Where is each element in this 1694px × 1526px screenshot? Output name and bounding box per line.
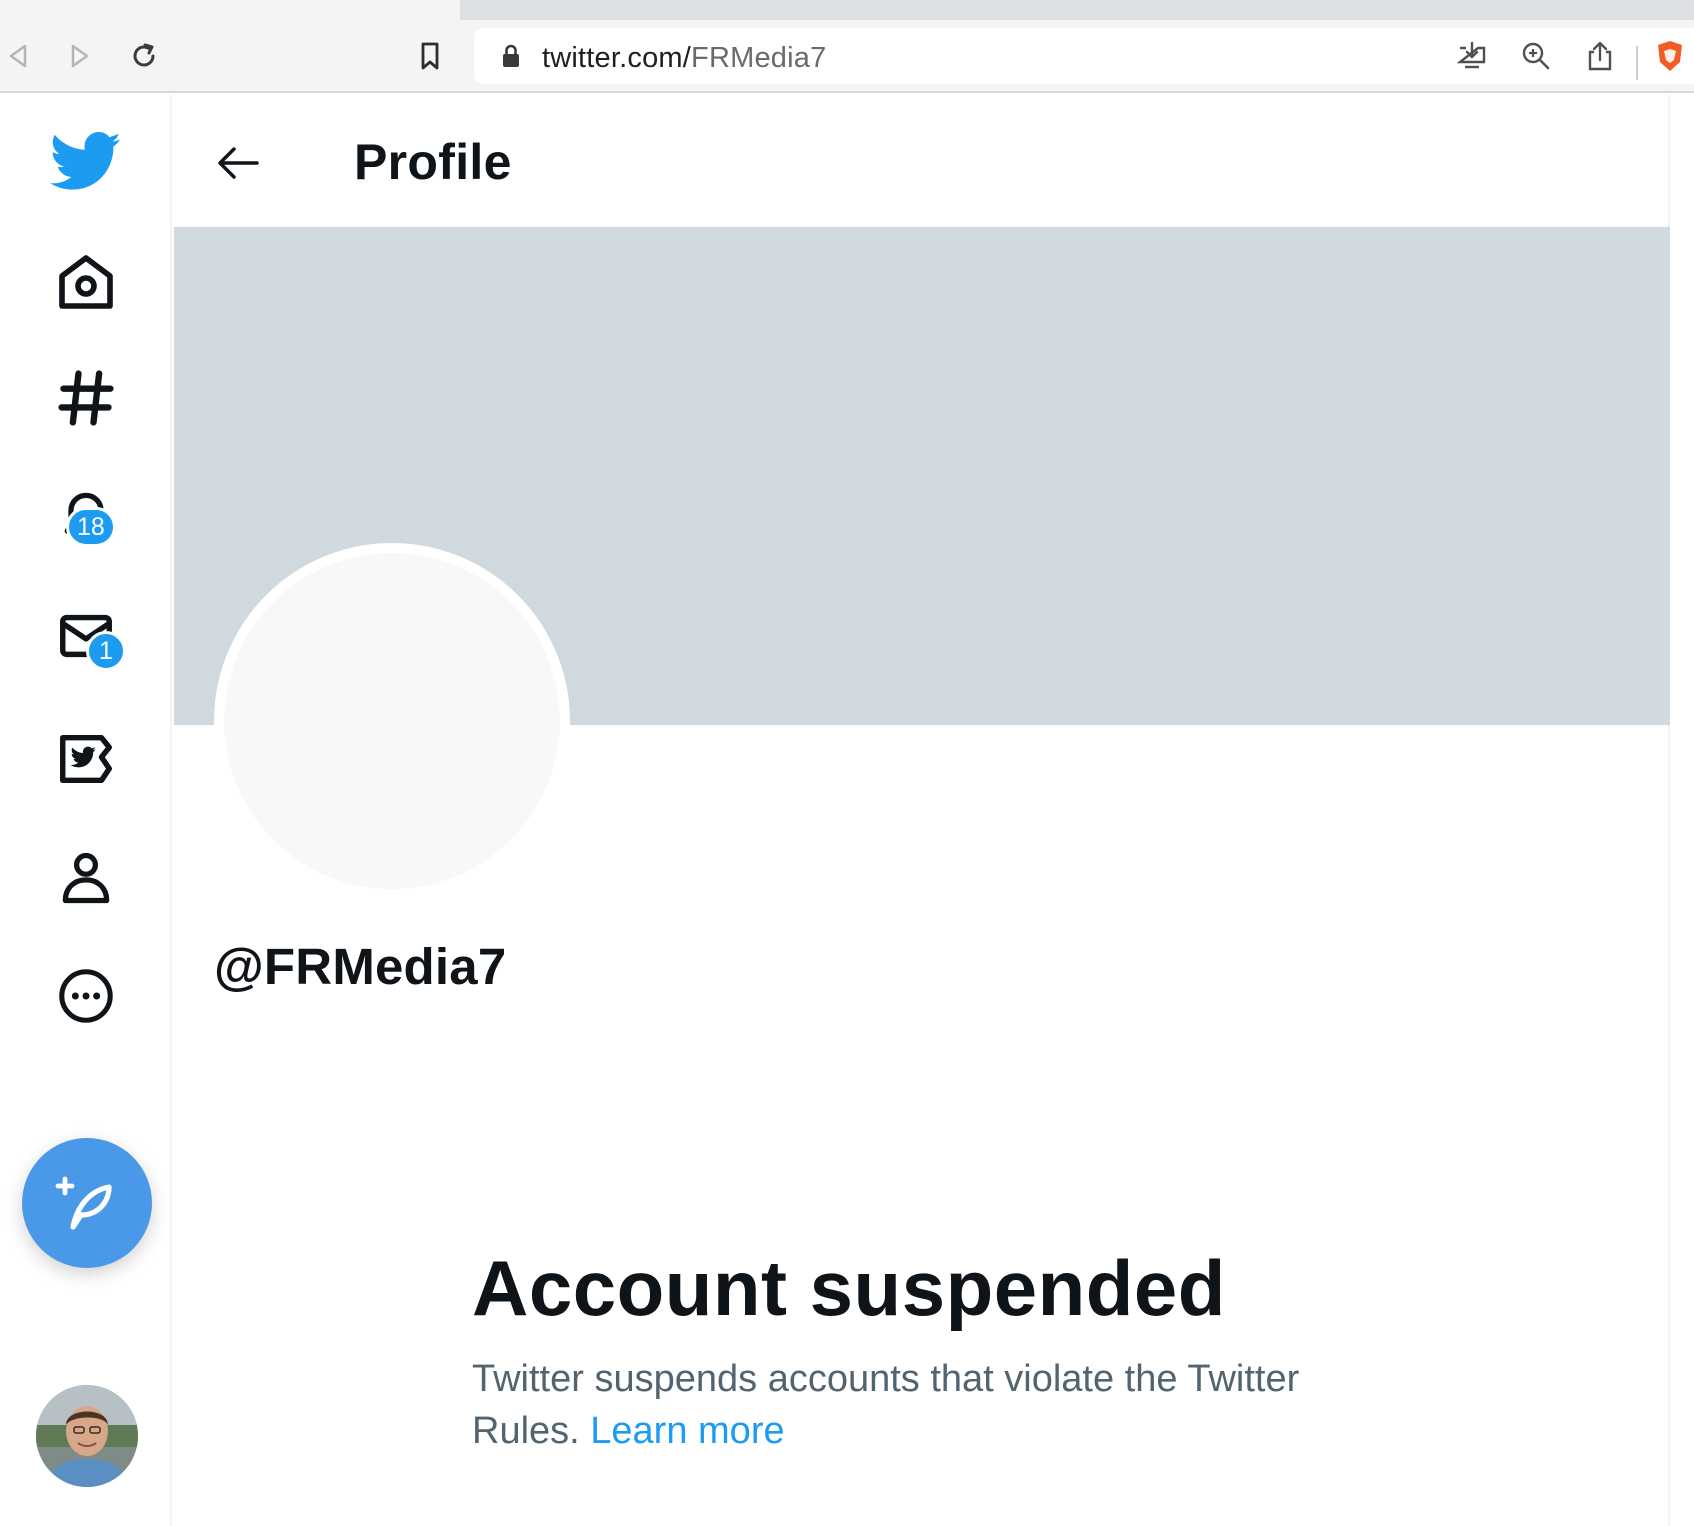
account-avatar[interactable]	[36, 1385, 138, 1487]
bookmark-icon[interactable]	[412, 38, 448, 74]
twitter-logo-icon[interactable]	[46, 122, 126, 202]
messages-badge: 1	[86, 631, 126, 671]
explore-icon[interactable]	[46, 358, 126, 438]
left-navigation: 18 1	[0, 95, 172, 1526]
forward-arrow-icon[interactable]	[62, 38, 98, 74]
home-icon[interactable]	[46, 242, 126, 322]
compose-tweet-button[interactable]	[22, 1138, 152, 1268]
address-bar[interactable]: twitter.com/FRMedia7	[474, 28, 1694, 84]
suspension-message: Twitter suspends accounts that violate t…	[472, 1353, 1372, 1457]
profile-header: Profile	[174, 95, 1670, 227]
profile-photo-placeholder	[214, 543, 570, 899]
zoom-icon[interactable]	[1518, 38, 1554, 74]
learn-more-link[interactable]: Learn more	[590, 1410, 784, 1452]
more-icon[interactable]	[46, 956, 126, 1036]
tab-strip	[0, 0, 1694, 20]
active-tab[interactable]	[0, 0, 460, 20]
url-path: FRMedia7	[691, 42, 827, 74]
back-button[interactable]	[210, 135, 266, 191]
main-column: Profile @FRMedia7 Account suspended Twit…	[174, 95, 1670, 1526]
suspension-title: Account suspended	[472, 1244, 1226, 1332]
page-title: Profile	[354, 134, 512, 190]
url-host: twitter.com/	[542, 42, 692, 74]
url-text: twitter.com/FRMedia7	[542, 42, 826, 75]
compose-feather-icon	[55, 1176, 112, 1230]
share-icon[interactable]	[1582, 38, 1618, 74]
install-icon[interactable]	[1454, 38, 1490, 74]
lock-icon	[500, 43, 522, 74]
toolbar-divider	[1636, 46, 1638, 80]
browser-toolbar: twitter.com/FRMedia7	[0, 20, 1694, 93]
profile-icon[interactable]	[46, 838, 126, 918]
brave-shield-icon[interactable]	[1652, 38, 1688, 74]
profile-handle: @FRMedia7	[214, 938, 507, 995]
twitter-blue-icon[interactable]	[46, 719, 126, 799]
notifications-badge: 18	[66, 507, 116, 547]
back-arrow-icon[interactable]	[0, 38, 36, 74]
back-arrow-icon	[218, 147, 259, 179]
reload-icon[interactable]	[126, 38, 162, 74]
